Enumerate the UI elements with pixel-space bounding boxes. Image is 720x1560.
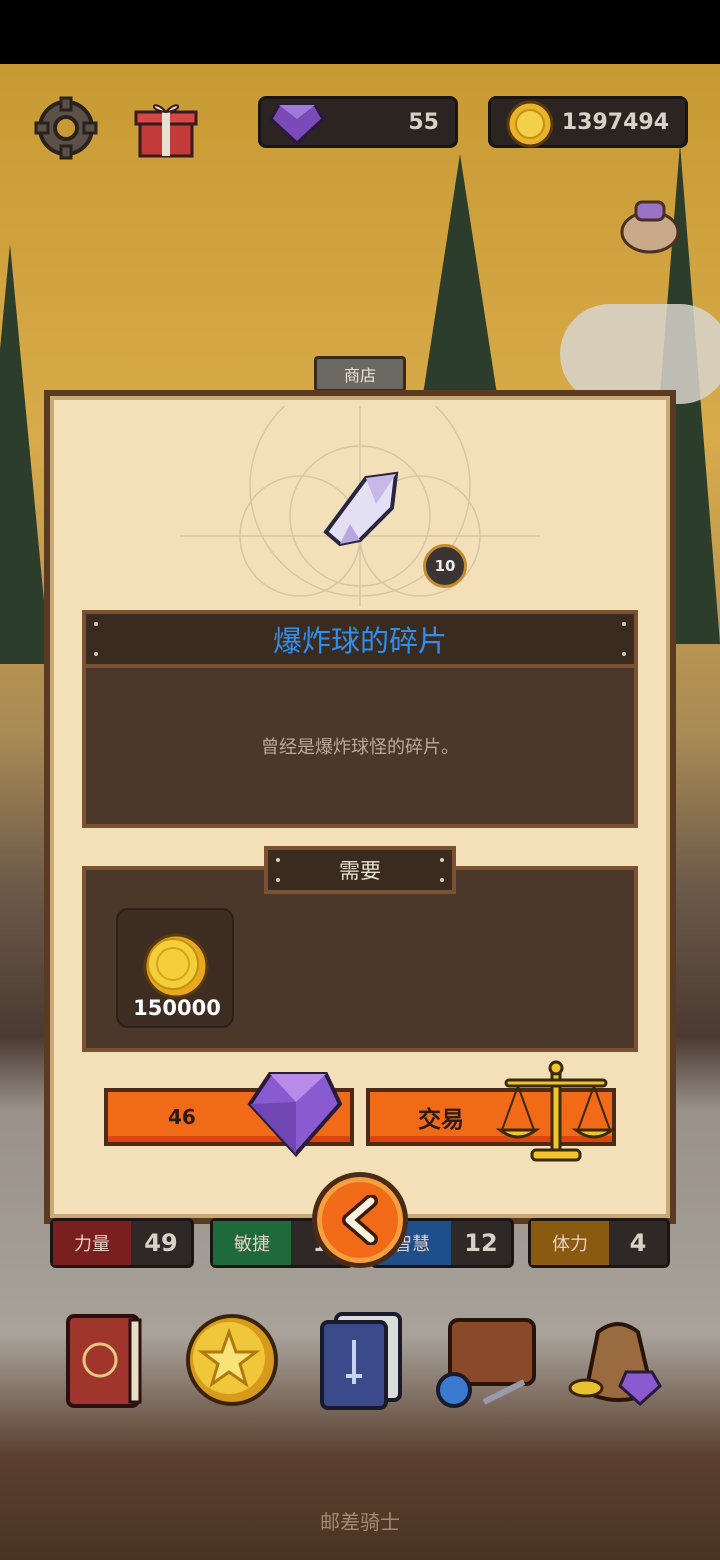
trade-label: 交易 [418,1107,464,1133]
item-title-bar: 爆炸球的碎片 [82,610,638,668]
coin-count: 1397494 [561,109,669,135]
balance-scale-icon [495,1060,617,1164]
purple-gem-icon [269,103,325,145]
spellbook-icon[interactable] [60,1310,148,1410]
item-description-box: 曾经是爆炸球怪的碎片。 [82,668,638,828]
stat-strength: 力量 49 [50,1218,194,1268]
stat-value: 12 [464,1229,498,1257]
shop-tab: 商店 [314,356,406,392]
shop-tab-label: 商店 [343,366,376,385]
gem-counter: 55 [258,96,458,148]
cost-slot: 150000 [116,908,234,1028]
gold-coin-icon [143,933,209,999]
stat-label: 敏捷 [213,1221,291,1265]
stat-value: 4 [629,1229,647,1257]
chevron-left-icon [342,1195,378,1245]
gift-box-icon[interactable] [134,96,198,160]
gem-count: 55 [408,109,439,135]
purple-gem-icon [246,1068,343,1158]
stat-value: 49 [144,1229,178,1257]
stat-stamina: 体力 4 [528,1218,670,1268]
settings-gear-icon[interactable] [34,96,98,160]
crystal-shard-icon [320,470,404,554]
footer-title: 邮差骑士 [320,1510,400,1534]
item-name: 爆炸球的碎片 [272,624,447,658]
card-deck-icon[interactable] [316,1310,406,1410]
requirement-label-bar: 需要 [264,846,456,894]
requirement-label: 需要 [339,859,381,883]
gem-price: 46 [168,1105,196,1129]
item-count: 10 [434,557,456,575]
star-coin-icon[interactable] [184,1312,280,1408]
inventory-bag-icon[interactable] [434,1310,542,1410]
pine-tree [0,244,50,664]
back-button[interactable] [312,1172,408,1268]
smoke-cloud [560,304,720,404]
treasure-sack-icon[interactable] [568,1312,668,1410]
cost-amount: 150000 [133,996,221,1020]
loot-bag-icon[interactable] [618,192,682,254]
coin-counter: 1397494 [488,96,688,148]
gold-coin-icon [506,100,554,148]
item-description: 曾经是爆炸球怪的碎片。 [261,737,459,758]
stat-label: 体力 [531,1221,609,1265]
pine-tree [420,154,500,414]
item-count-badge: 10 [423,544,467,588]
stat-label: 力量 [53,1221,131,1265]
